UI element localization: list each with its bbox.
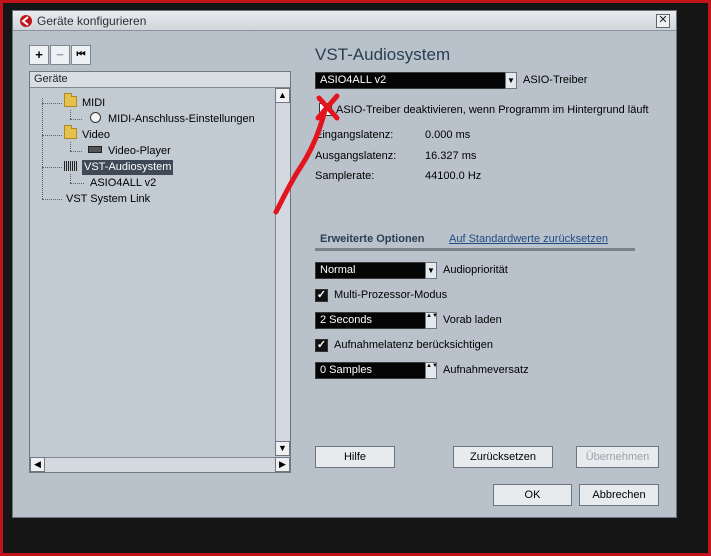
asio-driver-select[interactable]: ASIO4ALL v2 ▼ [315, 72, 517, 89]
record-latency-checkbox[interactable]: ✓ [315, 339, 328, 352]
preload-stepper[interactable]: 2 Seconds ▲▼ [315, 312, 438, 329]
page-title: VST-Audiosystem [315, 45, 451, 64]
spinner-arrows-icon[interactable]: ▲▼ [425, 312, 438, 329]
input-latency-label: Eingangslatenz: [315, 129, 394, 141]
record-offset-label: Aufnahmeversatz [443, 364, 529, 376]
output-latency-label: Ausgangslatenz: [315, 150, 397, 162]
samplerate-value: 44100.0 Hz [425, 170, 482, 182]
scroll-left-button[interactable]: ◀ [30, 457, 45, 472]
preload-label: Vorab laden [443, 314, 502, 326]
reset-defaults-link[interactable]: Auf Standardwerte zurücksetzen [449, 233, 608, 245]
ok-button[interactable]: OK [493, 484, 572, 506]
multiprocessor-label: Multi-Prozessor-Modus [334, 289, 448, 301]
input-latency-value: 0.000 ms [425, 129, 471, 141]
reset-device-button[interactable]: ⏮ [71, 45, 91, 65]
reset-button[interactable]: Zurücksetzen [453, 446, 553, 468]
app-logo-icon [20, 15, 32, 27]
deactivate-driver-checkbox[interactable] [319, 103, 332, 116]
audio-priority-select[interactable]: Normal ▼ [315, 262, 437, 279]
preload-value: 2 Seconds [320, 314, 372, 326]
tree-item-video-player[interactable]: Video-Player [88, 144, 173, 159]
chevron-down-icon: ▼ [425, 262, 437, 279]
help-button[interactable]: Hilfe [315, 446, 395, 468]
folder-icon [64, 125, 77, 139]
tree-item-label: Video [82, 129, 110, 141]
audio-wave-icon [64, 161, 78, 171]
tab-advanced-options[interactable]: Erweiterte Optionen [320, 233, 425, 245]
tab-divider [315, 248, 635, 251]
tree-item-label: Video-Player [108, 145, 171, 157]
cancel-button[interactable]: Abbrechen [579, 484, 659, 506]
samplerate-label: Samplerate: [315, 170, 375, 182]
tree-item-label: MIDI [82, 97, 106, 109]
tree-connector [42, 98, 43, 199]
configure-devices-dialog: Geräte konfigurieren ✕ + − ⏮ Geräte MIDI… [12, 10, 677, 518]
title-bar: Geräte konfigurieren ✕ [13, 11, 676, 31]
tree-item-label: VST-Audiosystem [82, 160, 174, 175]
tree-header: Geräte [30, 72, 290, 88]
tree-item-label: VST System Link [66, 193, 151, 205]
multiprocessor-checkbox[interactable]: ✓ [315, 289, 328, 302]
add-device-button[interactable]: + [29, 45, 49, 65]
tree-horizontal-scrollbar[interactable]: ◀ ▶ [30, 457, 290, 472]
tree-connector [70, 183, 84, 184]
tree-item-label: ASIO4ALL v2 [90, 177, 157, 189]
scroll-down-button[interactable]: ▼ [275, 441, 290, 456]
scroll-up-button[interactable]: ▲ [275, 88, 290, 103]
tree-connector [42, 199, 62, 200]
apply-button[interactable]: Übernehmen [576, 446, 659, 468]
tree-vertical-scrollbar[interactable]: ▲ ▼ [275, 88, 290, 456]
tree-item-vst-system-link[interactable]: VST System Link [64, 192, 152, 207]
chevron-down-icon: ▼ [505, 72, 517, 89]
folder-icon [64, 93, 77, 107]
audio-priority-label: Audiopriorität [443, 264, 508, 276]
video-player-icon [88, 146, 102, 153]
device-tree: Geräte MIDI MIDI-Anschluss-Einstellungen… [29, 71, 291, 473]
tree-item-midi[interactable]: MIDI [64, 93, 107, 111]
record-latency-label: Aufnahmelatenz berücksichtigen [334, 339, 493, 351]
record-offset-stepper[interactable]: 0 Samples ▲▼ [315, 362, 438, 379]
tree-connector [70, 110, 71, 119]
scroll-right-button[interactable]: ▶ [275, 457, 290, 472]
tree-connector [42, 103, 62, 104]
spinner-arrows-icon[interactable]: ▲▼ [425, 362, 438, 379]
close-button[interactable]: ✕ [656, 14, 670, 28]
output-latency-value: 16.327 ms [425, 150, 477, 162]
tree-connector [70, 142, 71, 151]
deactivate-driver-label: ASIO-Treiber deaktivieren, wenn Programm… [336, 104, 649, 116]
tree-connector [42, 167, 62, 168]
tree-connector [70, 119, 82, 120]
tree-connector [42, 135, 62, 136]
tree-item-video[interactable]: Video [64, 125, 112, 143]
asio-driver-label: ASIO-Treiber [523, 74, 588, 86]
tree-item-midi-port-settings[interactable]: MIDI-Anschluss-Einstellungen [90, 112, 257, 127]
audio-priority-value: Normal [320, 264, 356, 276]
asio-driver-value: ASIO4ALL v2 [320, 74, 387, 86]
record-offset-value: 0 Samples [320, 364, 372, 376]
remove-device-button[interactable]: − [50, 45, 70, 65]
tree-item-asio4all[interactable]: ASIO4ALL v2 [88, 176, 158, 191]
tree-item-label: MIDI-Anschluss-Einstellungen [108, 113, 255, 125]
tree-connector [70, 174, 71, 183]
window-title: Geräte konfigurieren [37, 14, 147, 28]
midi-port-icon [90, 112, 101, 123]
tree-item-vst-audiosystem[interactable]: VST-Audiosystem [64, 160, 174, 175]
tree-connector [70, 151, 82, 152]
